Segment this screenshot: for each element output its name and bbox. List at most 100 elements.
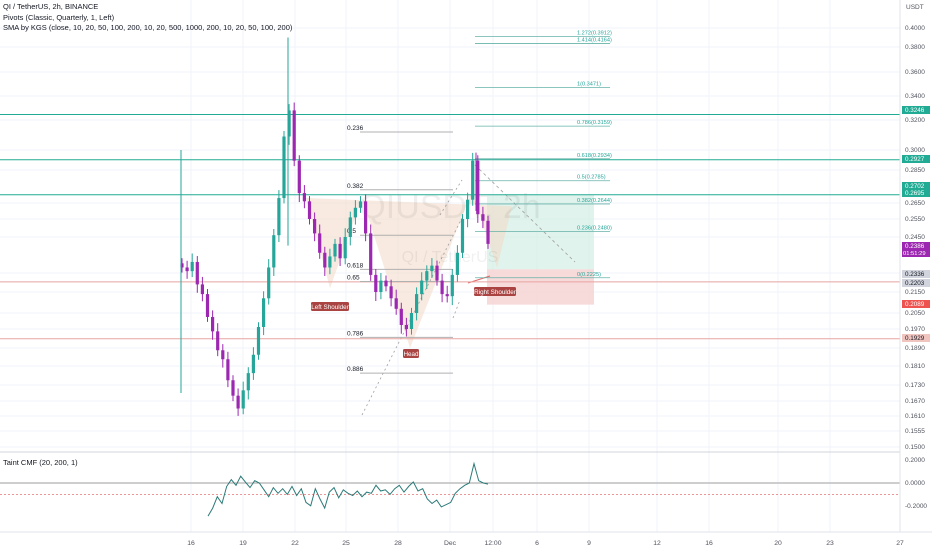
cmf-tick-label: -0.2000 — [905, 503, 927, 510]
candle-body — [409, 313, 414, 329]
candle-body — [440, 280, 444, 295]
pattern-label-text: Head — [403, 351, 419, 358]
candle-body — [338, 243, 342, 259]
candle-body — [318, 233, 322, 253]
time-tick-label: 9 — [587, 540, 591, 547]
price-label-text: 0.3246 — [905, 107, 925, 114]
price-tick-label: 0.2450 — [905, 234, 925, 241]
price-labels: 0.3246 0.2927 0.27020.2695 0.238601:51:29 0.… — [902, 106, 930, 342]
symbol-title[interactable]: QI / TetherUS, 2h, BINANCE — [3, 2, 98, 11]
candle-body — [384, 280, 388, 287]
price-axis[interactable]: USDT 0.4000 0.3800 0.3600 0.3400 0.3200 0.3000… — [899, 0, 927, 532]
price-tick-label: 0.1890 — [905, 345, 925, 352]
candle-body — [369, 233, 373, 275]
candle-body — [455, 252, 459, 275]
price-tick-label: 0.2650 — [905, 200, 925, 207]
price-tick-label: 0.1970 — [905, 326, 925, 333]
candle-body — [262, 298, 266, 327]
candle-body — [190, 261, 194, 272]
candle-body — [277, 198, 281, 236]
watermark-symbol: QIUSDT, 2h — [359, 188, 540, 226]
price-tick-label: 0.2150 — [905, 289, 925, 296]
trend-dotted-line — [452, 299, 461, 319]
price-tick-label: 0.1500 — [905, 444, 925, 451]
candle-body — [195, 261, 199, 285]
candle-body — [450, 274, 454, 297]
price-label-text: 0.2386 — [905, 243, 925, 250]
price-label-text: 0.2927 — [905, 156, 925, 163]
pattern-label-text: Left Shoulder — [311, 304, 348, 311]
fib-extension-label: 0.382(0.2644) — [577, 198, 612, 204]
pivots-indicator-title[interactable]: Pivots (Classic, Quarterly, 1, Left) — [3, 13, 114, 22]
price-label-text: 0.2702 — [905, 183, 925, 190]
candle-body — [420, 280, 424, 295]
sma-indicator-title[interactable]: SMA by KGS (close, 10, 20, 50, 100, 200,… — [3, 23, 292, 32]
price-tick-label: 0.3600 — [905, 69, 925, 76]
price-tick-label: 0.3400 — [905, 93, 925, 100]
fib-extension-label: 0.5(0.2785) — [577, 175, 606, 181]
candle-body — [282, 136, 286, 199]
fib-extension-label: 1.414(0.4164) — [577, 38, 612, 44]
price-tick-label: 0.1555 — [905, 428, 925, 435]
price-tick-label: 0.1730 — [905, 382, 925, 389]
candle-body — [241, 390, 245, 409]
candle-body — [415, 294, 419, 313]
price-label-text: 0.1929 — [905, 335, 925, 342]
time-tick-label: 19 — [239, 540, 247, 547]
candle-body — [481, 214, 485, 221]
candle-body — [221, 350, 225, 360]
candle-body — [353, 207, 357, 218]
time-tick-label: 12:00 — [484, 540, 501, 547]
candle-body — [364, 201, 368, 234]
grid — [0, 0, 901, 532]
candle-body — [246, 373, 250, 391]
candle-body — [267, 267, 271, 299]
chart-area[interactable]: QIUSDT, 2h QI / TetherUS 0.2360.3820.50.… — [0, 0, 932, 550]
time-tick-label: 22 — [291, 540, 299, 547]
candle-body — [466, 199, 470, 219]
cmf-indicator-title[interactable]: Taint CMF (20, 200, 1) — [3, 458, 78, 467]
price-tick-label: 0.2850 — [905, 167, 925, 174]
candle-body — [302, 193, 306, 202]
time-axis[interactable]: 16 19 22 25 28 Dec 12:00 6 9 12 16 20 23 27 — [0, 531, 932, 547]
time-tick-label: 16 — [187, 540, 195, 547]
candle-body — [231, 380, 235, 396]
price-tick-label: 0.2550 — [905, 216, 925, 223]
candle-body — [297, 160, 301, 194]
fib-level-label: 0.382 — [347, 183, 364, 190]
price-label-text: 0.2089 — [905, 301, 925, 308]
candle-body — [185, 267, 189, 272]
candle-body — [200, 284, 204, 295]
candle-body — [216, 331, 220, 351]
pattern-label-text: Right Shoulder — [474, 289, 516, 296]
fib-extension-label: 1(0.3471) — [577, 81, 601, 87]
fib-level-label: 0.618 — [347, 262, 364, 269]
time-tick-label: 12 — [653, 540, 661, 547]
candle-body — [404, 325, 408, 329]
candle-body — [430, 265, 434, 272]
price-label-text: 0.2203 — [905, 280, 925, 287]
candle-body — [226, 359, 230, 381]
candle-body — [343, 237, 347, 259]
countdown-label: 01:51:29 — [903, 251, 926, 257]
time-tick-label: 27 — [896, 540, 904, 547]
candle-body — [425, 271, 429, 281]
fib-level-label: 0.236 — [347, 125, 364, 132]
candle-body — [374, 274, 378, 292]
fib-extension-label: 0.786(0.3159) — [577, 120, 612, 126]
time-tick-label: 20 — [774, 540, 782, 547]
candle-body — [307, 201, 312, 219]
price-tick-label: 0.3200 — [905, 117, 925, 124]
fib-extension-label: 0(0.2225) — [577, 272, 601, 278]
price-tick-label: 0.3800 — [905, 44, 925, 51]
fib-level-label: 0.886 — [347, 366, 364, 373]
candle-body — [328, 256, 332, 268]
cmf-tick-label: 0.0000 — [905, 480, 925, 487]
candle-body — [486, 220, 490, 244]
cmf-tick-label: 0.2000 — [905, 457, 925, 464]
candle-body — [460, 219, 465, 253]
candle-body — [256, 327, 261, 355]
candle-body — [313, 219, 317, 234]
candle-body — [251, 354, 255, 374]
candle-body — [471, 160, 475, 200]
